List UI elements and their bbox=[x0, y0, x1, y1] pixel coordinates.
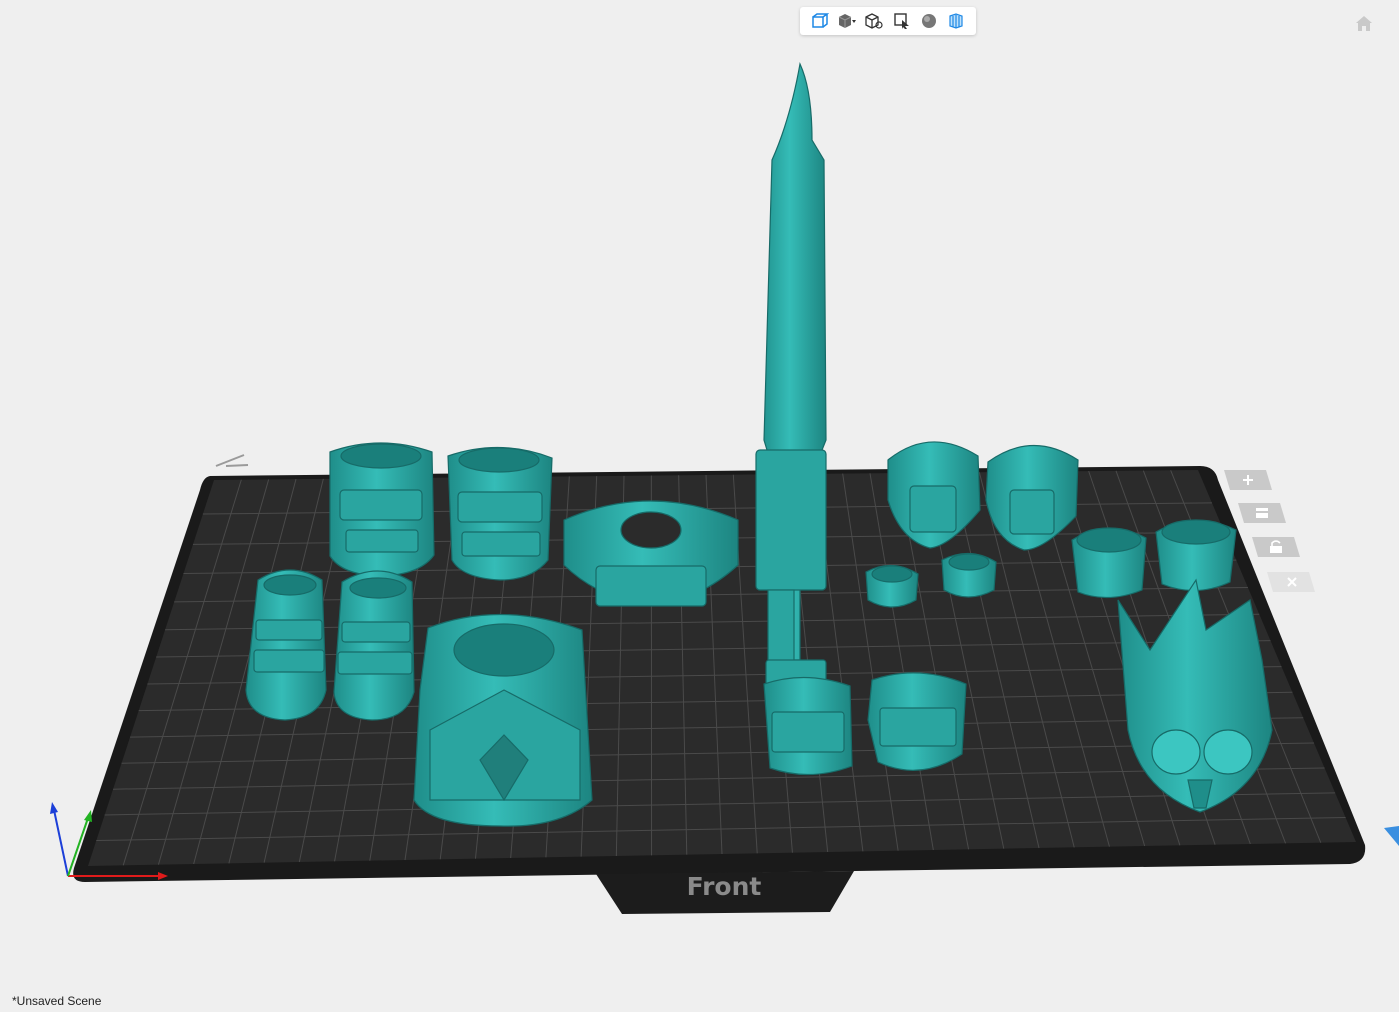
layout-icon bbox=[1256, 508, 1268, 518]
model-gauntlet-1 bbox=[764, 677, 852, 774]
model-boot-right bbox=[334, 571, 414, 720]
axis-fragment bbox=[1384, 826, 1399, 846]
select-region-icon bbox=[893, 12, 911, 30]
3d-viewport[interactable]: Front bbox=[0, 0, 1399, 1007]
add-model-button[interactable] bbox=[1222, 468, 1274, 492]
solid-view-button[interactable] bbox=[836, 10, 858, 32]
model-gauntlet-2 bbox=[868, 673, 966, 770]
front-label: Front bbox=[687, 872, 762, 901]
sphere-shading-icon bbox=[920, 12, 938, 30]
model-boot-left bbox=[246, 570, 326, 720]
model-greave-right bbox=[448, 447, 552, 580]
shading-button[interactable] bbox=[918, 10, 940, 32]
select-region-button[interactable] bbox=[891, 10, 913, 32]
auto-layout-button[interactable] bbox=[1236, 501, 1288, 525]
model-chest-armor bbox=[414, 614, 592, 826]
view-toolbar bbox=[800, 7, 976, 35]
scene-canvas[interactable]: Front bbox=[0, 0, 1399, 1007]
slice-layers-icon bbox=[947, 12, 965, 30]
wireframe-button[interactable] bbox=[863, 10, 885, 32]
wireframe-cube-icon bbox=[864, 12, 884, 30]
edit-pen-icon[interactable] bbox=[216, 455, 248, 466]
perspective-button[interactable] bbox=[809, 10, 831, 32]
delete-button[interactable] bbox=[1265, 570, 1317, 594]
model-greave-left bbox=[330, 443, 434, 576]
slice-preview-button[interactable] bbox=[945, 10, 967, 32]
scene-status: *Unsaved Scene bbox=[12, 994, 101, 1008]
model-ring-1 bbox=[866, 565, 918, 607]
perspective-cube-icon bbox=[811, 12, 829, 30]
home-icon[interactable] bbox=[1353, 12, 1375, 34]
model-ring-3 bbox=[1072, 528, 1146, 598]
lock-button[interactable] bbox=[1250, 535, 1302, 559]
model-ring-2 bbox=[942, 553, 996, 597]
solid-cube-dropdown-icon bbox=[837, 12, 857, 30]
